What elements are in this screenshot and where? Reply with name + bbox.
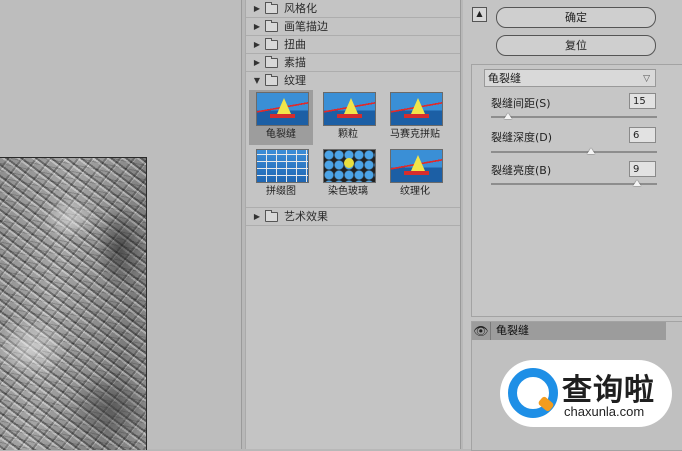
folder-icon	[265, 19, 278, 32]
thumb-label: 拼缀图	[266, 186, 296, 197]
thumb-label: 染色玻璃	[328, 186, 368, 197]
category-texture[interactable]: ▼ 纹理	[246, 72, 460, 89]
reset-button[interactable]: 复位	[496, 35, 656, 56]
eye-icon[interactable]: 👁	[472, 322, 491, 340]
filter-select[interactable]: 龟裂缝 ▽	[484, 69, 656, 87]
crack-brightness-label: 裂缝亮度(B)	[491, 164, 552, 177]
slider-handle[interactable]	[633, 180, 642, 186]
collapse-arrow-icon: ▼	[253, 76, 261, 85]
texture-thumbnails: 龟裂缝 颗粒 马赛克拼贴 拼缀图 染色玻璃 纹理化	[246, 89, 460, 208]
thumbnail-image	[256, 149, 309, 183]
filter-thumb-texturizer[interactable]: 纹理化	[383, 147, 447, 202]
filter-thumb-mosaic-tiles[interactable]: 马赛克拼贴	[383, 90, 447, 145]
thumbnail-image	[256, 92, 309, 126]
folder-icon	[265, 209, 278, 222]
crack-spacing-slider[interactable]	[491, 113, 657, 119]
category-label: 风格化	[284, 2, 317, 15]
category-artistic[interactable]: ▶ 艺术效果	[246, 208, 460, 226]
crack-depth-slider[interactable]	[491, 148, 657, 154]
crack-brightness-slider[interactable]	[491, 180, 657, 186]
slider-handle[interactable]	[503, 113, 512, 119]
collapse-gallery-button[interactable]: ▲	[472, 7, 487, 22]
thumb-label: 马赛克拼贴	[390, 129, 440, 140]
crack-depth-label: 裂缝深度(D)	[491, 131, 553, 144]
filter-thumb-patchwork[interactable]: 拼缀图	[249, 147, 313, 202]
crack-spacing-input[interactable]: 15	[629, 93, 656, 109]
filter-select-value: 龟裂缝	[488, 72, 521, 85]
category-label: 纹理	[284, 74, 306, 87]
expand-arrow-icon: ▶	[253, 4, 261, 13]
filter-thumb-craquelure[interactable]: 龟裂缝	[249, 90, 313, 145]
category-brush-strokes[interactable]: ▶ 画笔描边	[246, 18, 460, 36]
thumbnail-image	[323, 149, 376, 183]
watermark-url: chaxunla.com	[564, 404, 645, 419]
thumbnail-image	[390, 149, 443, 183]
expand-arrow-icon: ▶	[253, 40, 261, 49]
expand-arrow-icon: ▶	[253, 22, 261, 31]
thumb-label: 龟裂缝	[266, 129, 296, 140]
filter-thumb-stained-glass[interactable]: 染色玻璃	[316, 147, 380, 202]
folder-icon	[265, 55, 278, 68]
thumb-label: 颗粒	[338, 129, 358, 140]
watermark-title: 查询啦	[562, 373, 655, 408]
layer-name: 龟裂缝	[496, 324, 529, 337]
watermark: 查询啦 chaxunla.com	[500, 360, 672, 427]
category-stylize[interactable]: ▶ 风格化	[246, 0, 460, 18]
folder-icon	[265, 37, 278, 50]
expand-arrow-icon: ▶	[253, 212, 261, 221]
category-distort[interactable]: ▶ 扭曲	[246, 36, 460, 54]
preview-image[interactable]	[0, 157, 147, 450]
category-label: 素描	[284, 56, 306, 69]
filter-parameters: 龟裂缝 ▽ 裂缝间距(S) 15 裂缝深度(D) 6 裂缝亮度(B) 9	[471, 64, 682, 317]
search-logo-icon	[508, 368, 558, 418]
preview-area	[0, 0, 242, 450]
category-label: 艺术效果	[284, 210, 328, 223]
crack-spacing-label: 裂缝间距(S)	[491, 97, 551, 110]
filter-thumb-grain[interactable]: 颗粒	[316, 90, 380, 145]
category-label: 画笔描边	[284, 20, 328, 33]
crack-depth-input[interactable]: 6	[629, 127, 656, 143]
filter-gallery: ▶ 风格化 ▶ 画笔描边 ▶ 扭曲 ▶ 素描 ▼ 纹理 龟裂缝 颗粒 马赛克拼贴	[245, 0, 461, 449]
thumbnail-image	[390, 92, 443, 126]
expand-arrow-icon: ▶	[253, 58, 261, 67]
folder-open-icon	[265, 73, 278, 86]
ok-button[interactable]: 确定	[496, 7, 656, 28]
category-label: 扭曲	[284, 38, 306, 51]
effect-layer-row[interactable]: 👁 龟裂缝	[472, 322, 666, 340]
category-sketch[interactable]: ▶ 素描	[246, 54, 460, 72]
thumb-label: 纹理化	[400, 186, 430, 197]
crack-brightness-input[interactable]: 9	[629, 161, 656, 177]
slider-handle[interactable]	[586, 148, 595, 154]
thumbnail-image	[323, 92, 376, 126]
chevron-down-icon: ▽	[643, 74, 650, 84]
folder-icon	[265, 1, 278, 14]
